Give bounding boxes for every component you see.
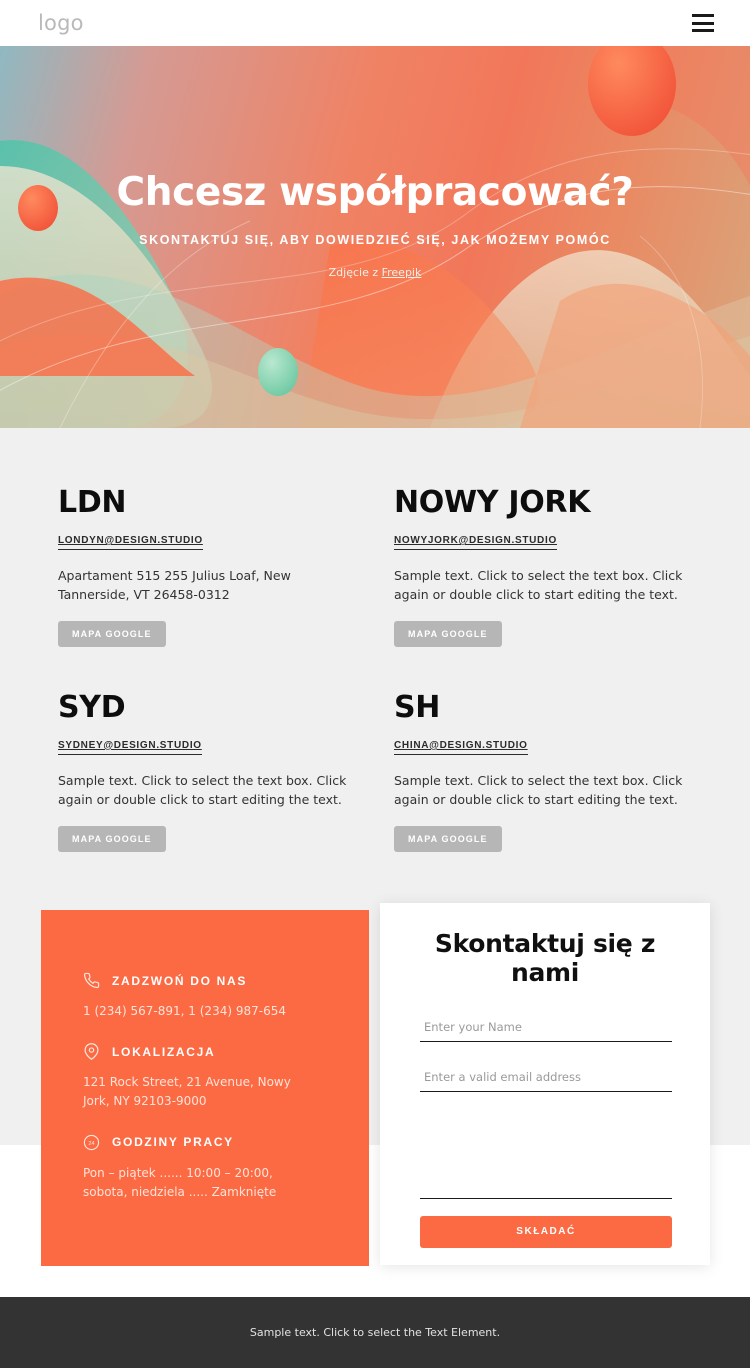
hero-banner: Chcesz współpracować? SKONTAKTUJ SIĘ, AB… xyxy=(0,46,750,428)
google-maps-button[interactable]: MAPA GOOGLE xyxy=(58,825,166,852)
message-textarea[interactable] xyxy=(420,1113,672,1199)
clock-24-icon: 24 xyxy=(83,1134,100,1151)
office-name: NOWY JORK xyxy=(394,485,591,520)
submit-button[interactable]: SKŁADAĆ xyxy=(420,1215,672,1248)
office-card-ldn: LDN LONDYN@DESIGN.STUDIO Apartament 515 … xyxy=(58,486,394,647)
office-description: Sample text. Click to select the text bo… xyxy=(394,772,683,808)
hero-subtitle: SKONTAKTUJ SIĘ, ABY DOWIEDZIEĆ SIĘ, JAK … xyxy=(139,232,611,247)
contact-phone-title: ZADZWOŃ DO NAS xyxy=(112,973,248,988)
logo[interactable]: logo xyxy=(38,11,84,35)
contact-hours-row: 24 GODZINY PRACY xyxy=(83,1134,339,1151)
hamburger-menu-icon[interactable] xyxy=(692,14,714,32)
contact-phone-row: ZADZWOŃ DO NAS xyxy=(83,972,339,989)
office-card-sh: SH CHINA@DESIGN.STUDIO Sample text. Clic… xyxy=(394,691,692,852)
hero-title: Chcesz współpracować? xyxy=(116,169,634,215)
burger-bar xyxy=(692,29,714,32)
form-fields: SKŁADAĆ xyxy=(420,1013,672,1248)
email-input[interactable] xyxy=(420,1063,672,1092)
contact-phone-value: 1 (234) 567-891, 1 (234) 987-654 xyxy=(83,1004,286,1018)
office-email-link[interactable]: CHINA@DESIGN.STUDIO xyxy=(394,740,528,755)
hero-image-credit: Zdjęcie z Freepik xyxy=(329,266,422,279)
offices-grid: LDN LONDYN@DESIGN.STUDIO Apartament 515 … xyxy=(58,486,692,852)
burger-bar xyxy=(692,21,714,25)
credit-prefix: Zdjęcie z xyxy=(328,265,382,279)
contact-location-title: LOKALIZACJA xyxy=(112,1044,216,1059)
office-card-nowy-jork: NOWY JORK NOWYJORK@DESIGN.STUDIO Sample … xyxy=(394,486,692,647)
svg-text:24: 24 xyxy=(88,1141,94,1147)
office-name: SYD xyxy=(58,689,126,725)
phone-icon xyxy=(83,972,100,989)
google-maps-button[interactable]: MAPA GOOGLE xyxy=(58,620,166,647)
name-input[interactable] xyxy=(420,1013,672,1042)
contact-location-row: LOKALIZACJA xyxy=(83,1043,339,1061)
office-email-link[interactable]: NOWYJORK@DESIGN.STUDIO xyxy=(394,535,557,550)
footer-text: Sample text. Click to select the Text El… xyxy=(249,1326,501,1339)
burger-bar xyxy=(692,14,714,17)
office-email-link[interactable]: SYDNEY@DESIGN.STUDIO xyxy=(58,740,202,755)
office-description: Sample text. Click to select the text bo… xyxy=(394,568,683,603)
contact-form-card: Skontaktuj się z nami SKŁADAĆ xyxy=(380,903,710,1265)
google-maps-button[interactable]: MAPA GOOGLE xyxy=(394,620,502,647)
office-card-syd: SYD SYDNEY@DESIGN.STUDIO Sample text. Cl… xyxy=(58,691,394,852)
contact-hours-title: GODZINY PRACY xyxy=(112,1135,234,1150)
office-email-link[interactable]: LONDYN@DESIGN.STUDIO xyxy=(58,535,203,550)
site-footer: Sample text. Click to select the Text El… xyxy=(0,1297,750,1368)
contact-hours-value: Pon – piątek ...... 10:00 – 20:00, sobot… xyxy=(83,1165,277,1199)
map-pin-icon xyxy=(83,1043,100,1061)
office-name: LDN xyxy=(58,485,127,520)
freepik-link[interactable]: Freepik xyxy=(382,266,422,279)
contact-info-panel: ZADZWOŃ DO NAS 1 (234) 567-891, 1 (234) … xyxy=(41,910,369,1266)
page-root: logo Chcesz współpracować? SKONTAKTUJ SI… xyxy=(0,0,750,1368)
hero-content: Chcesz współpracować? SKONTAKTUJ SIĘ, AB… xyxy=(0,46,750,428)
office-description: Sample text. Click to select the text bo… xyxy=(58,772,347,808)
form-title: Skontaktuj się z nami xyxy=(434,929,656,988)
google-maps-button[interactable]: MAPA GOOGLE xyxy=(394,825,502,852)
office-name: SH xyxy=(394,689,441,725)
contact-info-inner: ZADZWOŃ DO NAS 1 (234) 567-891, 1 (234) … xyxy=(41,910,369,1202)
contact-location-value: 121 Rock Street, 21 Avenue, Nowy Jork, N… xyxy=(83,1075,291,1109)
office-description: Apartament 515 255 Julius Loaf, New Tann… xyxy=(58,568,291,603)
site-header: logo xyxy=(0,0,750,46)
